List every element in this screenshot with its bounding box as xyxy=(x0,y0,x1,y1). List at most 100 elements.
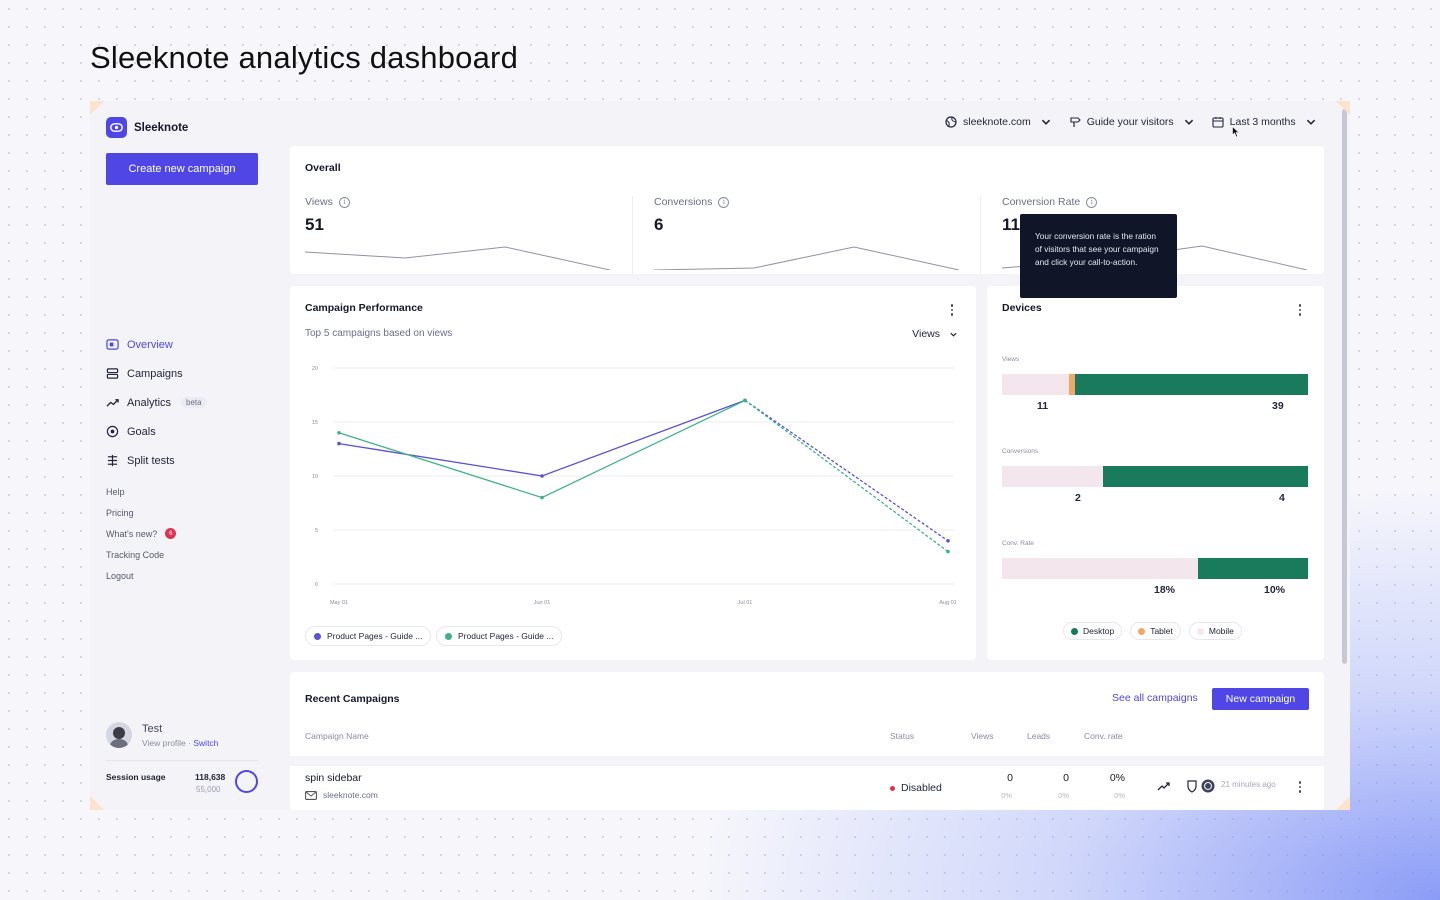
more-options-icon[interactable] xyxy=(1294,780,1306,794)
conversion-rate-tooltip: Your conversion rate is the ration of vi… xyxy=(1020,214,1177,298)
switch-link[interactable]: Switch xyxy=(193,738,218,748)
metric-value: 6 xyxy=(654,215,664,234)
whats-new-count-badge: 6 xyxy=(165,528,177,539)
metric-select-value: Views xyxy=(912,328,940,340)
help-link[interactable]: Help xyxy=(106,481,176,502)
x-tick-label: Jun 01 xyxy=(534,600,551,606)
beta-badge: beta xyxy=(181,397,207,408)
y-tick-label: 5 xyxy=(315,528,318,534)
session-usage: Session usage 118,638 55,000 xyxy=(106,770,258,798)
metric-value: 51 xyxy=(305,215,324,234)
legend-label: Mobile xyxy=(1208,626,1234,636)
session-usage-label: Session usage xyxy=(106,772,166,782)
info-icon[interactable]: i xyxy=(338,196,350,208)
devices-legend: Desktop Tablet Mobile xyxy=(1063,622,1242,640)
sidebar-item-campaigns[interactable]: Campaigns xyxy=(106,359,207,388)
goal-selector[interactable]: Guide your visitors xyxy=(1069,116,1195,128)
analytics-icon[interactable] xyxy=(1157,781,1170,792)
ab-test-icon[interactable] xyxy=(1186,778,1216,794)
mouse-cursor-icon xyxy=(1232,126,1240,138)
legend-item-desktop[interactable]: Desktop xyxy=(1063,622,1123,640)
sidebar-nav: Overview Campaigns Analytics beta Goals … xyxy=(106,330,207,475)
whats-new-label: What's new? xyxy=(106,528,158,539)
series-line xyxy=(338,399,746,499)
date-range-selector[interactable]: Last 3 months xyxy=(1212,116,1317,128)
row-separator xyxy=(290,756,1324,766)
more-options-icon[interactable] xyxy=(946,303,958,317)
recent-campaigns-card: Recent Campaigns See all campaigns New c… xyxy=(290,672,1324,810)
series-point xyxy=(337,431,341,435)
column-header[interactable]: Campaign Name xyxy=(305,731,369,741)
metric-label: Conversion Rate xyxy=(1002,196,1081,208)
view-profile-link[interactable]: View profile xyxy=(142,738,186,748)
column-header[interactable]: Leads xyxy=(1027,731,1050,741)
sidebar-item-label: Campaigns xyxy=(127,367,183,380)
site-selector[interactable]: sleeknote.com xyxy=(945,116,1052,128)
campaign-performance-title: Campaign Performance xyxy=(305,302,423,314)
legend-item-tablet[interactable]: Tablet xyxy=(1130,622,1181,640)
sidebar-help-links: Help Pricing What's new? 6 Tracking Code… xyxy=(106,481,177,586)
chevron-down-icon xyxy=(950,332,957,337)
overview-icon xyxy=(106,339,119,350)
divider xyxy=(632,196,633,274)
session-used-value: 118,638 xyxy=(195,772,226,782)
status-badge: Disabled xyxy=(890,782,942,794)
tracking-code-link[interactable]: Tracking Code xyxy=(106,544,176,565)
conv-rate-cell: 0% xyxy=(1109,772,1125,784)
device-bar xyxy=(1002,466,1308,487)
sidebar-item-overview[interactable]: Overview xyxy=(106,330,207,359)
campaign-name[interactable]: spin sidebar xyxy=(305,772,362,784)
legend-item[interactable]: Product Pages - Guide ... xyxy=(305,626,432,646)
legend-swatch xyxy=(1138,627,1146,635)
devices-card: Devices Views 11 39 Conversions 2 4 Conv… xyxy=(987,286,1324,660)
pricing-link[interactable]: Pricing xyxy=(106,502,176,523)
conversions-metric: Conversions i 6 xyxy=(654,196,974,235)
logout-link[interactable]: Logout xyxy=(106,565,176,586)
goals-icon xyxy=(106,425,119,438)
info-icon[interactable]: i xyxy=(718,196,730,208)
sidebar-item-goals[interactable]: Goals xyxy=(106,417,207,446)
device-left-value: 2 xyxy=(1075,492,1081,504)
globe-icon xyxy=(945,116,957,128)
x-tick-label: May 01 xyxy=(330,600,348,606)
chevron-down-icon xyxy=(1041,119,1050,125)
leads-subcell: 0% xyxy=(1058,791,1069,800)
device-right-value: 39 xyxy=(1272,400,1284,412)
scrollbar[interactable] xyxy=(1342,109,1347,664)
legend-item[interactable]: Product Pages - Guide ... xyxy=(436,626,563,646)
sidebar-item-label: Overview xyxy=(127,338,173,351)
more-options-icon[interactable] xyxy=(1294,303,1306,317)
series-point xyxy=(540,495,544,500)
series-point xyxy=(743,398,747,403)
column-header[interactable]: Status xyxy=(890,731,914,741)
overall-title: Overall xyxy=(305,162,341,174)
split-tests-icon xyxy=(107,454,118,467)
metric-select[interactable]: Views xyxy=(912,328,958,340)
app-logo[interactable]: Sleeknote xyxy=(106,117,188,138)
legend-swatch xyxy=(445,632,452,640)
see-all-campaigns-link[interactable]: See all campaigns xyxy=(1112,692,1198,704)
column-header[interactable]: Conv. rate xyxy=(1084,731,1123,741)
usage-ring-icon xyxy=(235,770,258,793)
app-name: Sleeknote xyxy=(134,121,189,134)
user-profile: Test View profile · Switch xyxy=(106,722,218,748)
sidebar-item-analytics[interactable]: Analytics beta xyxy=(106,388,207,417)
info-icon[interactable]: i xyxy=(1086,196,1098,208)
new-campaign-button[interactable]: New campaign xyxy=(1212,688,1309,710)
legend-item-mobile[interactable]: Mobile xyxy=(1188,622,1242,640)
whats-new-link[interactable]: What's new? 6 xyxy=(106,523,177,544)
column-header[interactable]: Views xyxy=(971,731,994,741)
device-bar-mobile xyxy=(1002,466,1103,487)
campaign-performance-card: Campaign Performance Top 5 campaigns bas… xyxy=(290,286,976,660)
device-left-value: 18% xyxy=(1154,584,1176,596)
device-bar xyxy=(1002,374,1308,395)
avatar[interactable] xyxy=(106,722,132,748)
views-cell: 0 xyxy=(1007,772,1013,784)
create-campaign-button[interactable]: Create new campaign xyxy=(106,153,258,185)
profile-name: Test xyxy=(142,722,163,735)
divider xyxy=(106,760,258,761)
sidebar-item-split-tests[interactable]: Split tests xyxy=(106,446,207,475)
series-point xyxy=(946,549,950,554)
legend-swatch xyxy=(1196,627,1204,635)
recent-campaigns-title: Recent Campaigns xyxy=(305,693,400,705)
